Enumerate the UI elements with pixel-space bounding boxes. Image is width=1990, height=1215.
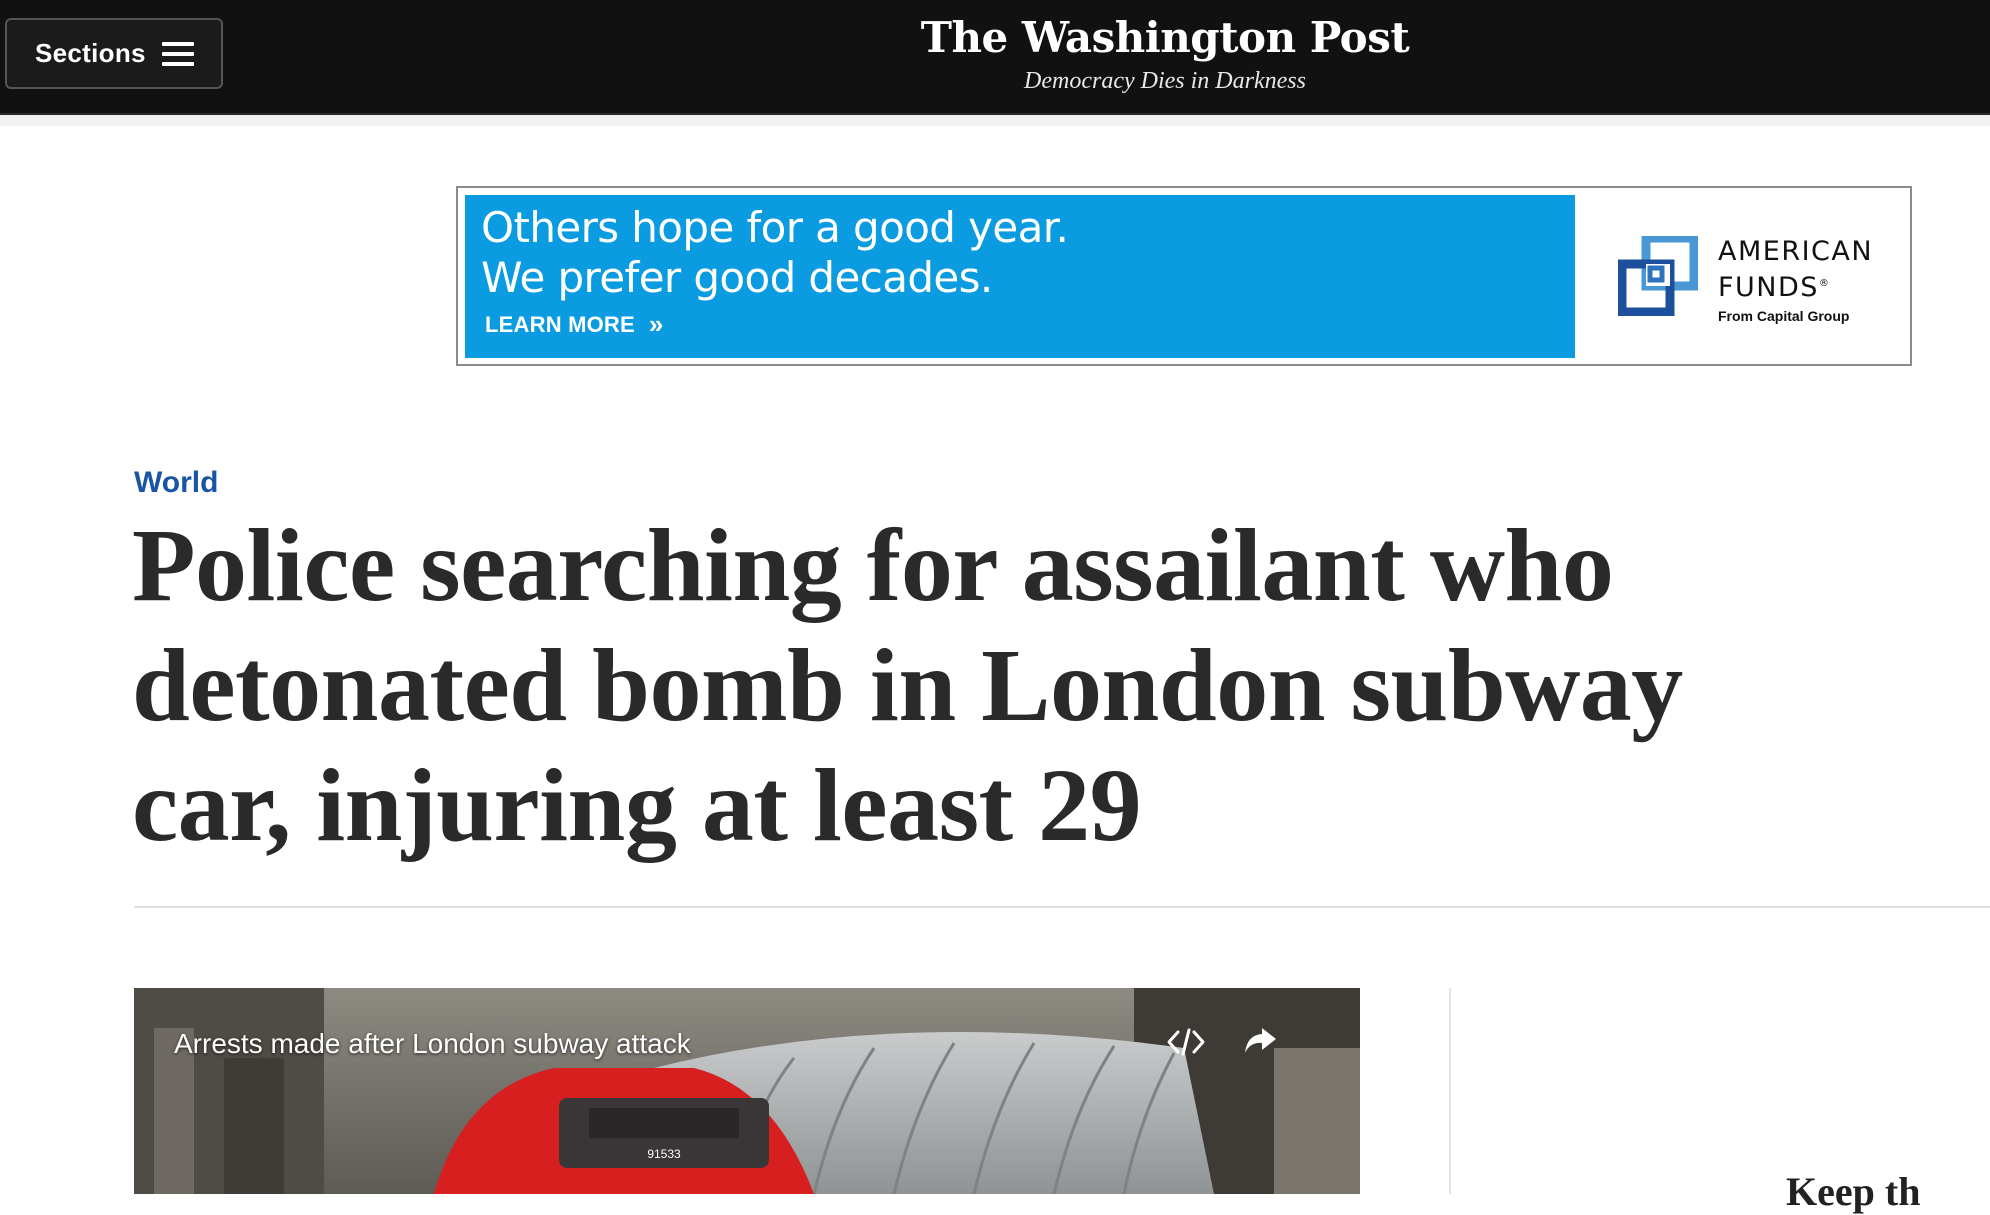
video-player[interactable]: 91533 Arrests made after London subway a… (134, 988, 1360, 1194)
american-funds-brand: AMERICAN FUNDS® From Capital Group (1718, 236, 1873, 324)
right-rail-heading: Keep th (1786, 1169, 1921, 1214)
masthead[interactable]: The Washington Post Democracy Dies in Da… (900, 12, 1430, 96)
brand-name-line-2: FUNDS® (1718, 268, 1873, 304)
double-chevron-right-icon: » (648, 309, 664, 339)
ad-cta-label: LEARN MORE (485, 311, 635, 337)
right-rail-divider (1449, 988, 1451, 1194)
sections-menu-button[interactable]: Sections (5, 18, 223, 89)
brand-name-line-1: AMERICAN (1718, 236, 1874, 267)
headline-divider (134, 906, 1990, 908)
brand-subline: From Capital Group (1718, 308, 1850, 324)
sections-label: Sections (35, 38, 146, 68)
video-title: Arrests made after London subway attack (174, 1028, 691, 1059)
section-kicker-link[interactable]: World (134, 466, 218, 500)
hamburger-menu-icon (161, 41, 194, 66)
article-headline: Police searching for assailant who deton… (132, 508, 1683, 863)
advertisement-banner[interactable]: Others hope for a good year. We prefer g… (456, 186, 1912, 366)
masthead-tagline: Democracy Dies in Darkness (1024, 68, 1306, 94)
ad-headline-line-2: We prefer good decades. (481, 253, 993, 302)
masthead-logo[interactable]: The Washington Post (900, 12, 1430, 64)
ad-headline-line-1: Others hope for a good year. (481, 203, 1069, 252)
nav-shadow-strip (0, 115, 1990, 126)
ad-learn-more-link[interactable]: LEARN MORE » (485, 309, 1575, 340)
registered-mark: ® (1818, 278, 1831, 289)
american-funds-logo-icon (1618, 236, 1698, 316)
brand-name-funds: FUNDS (1718, 272, 1819, 303)
ad-creative[interactable]: Others hope for a good year. We prefer g… (465, 195, 1575, 358)
embed-code-icon[interactable] (1166, 1026, 1206, 1058)
share-arrow-icon[interactable] (1242, 1022, 1278, 1058)
svg-text:91533: 91533 (647, 1147, 681, 1161)
top-nav-bar: Sections The Washington Post Democracy D… (0, 0, 1990, 115)
video-thumbnail: 91533 (134, 988, 1360, 1194)
